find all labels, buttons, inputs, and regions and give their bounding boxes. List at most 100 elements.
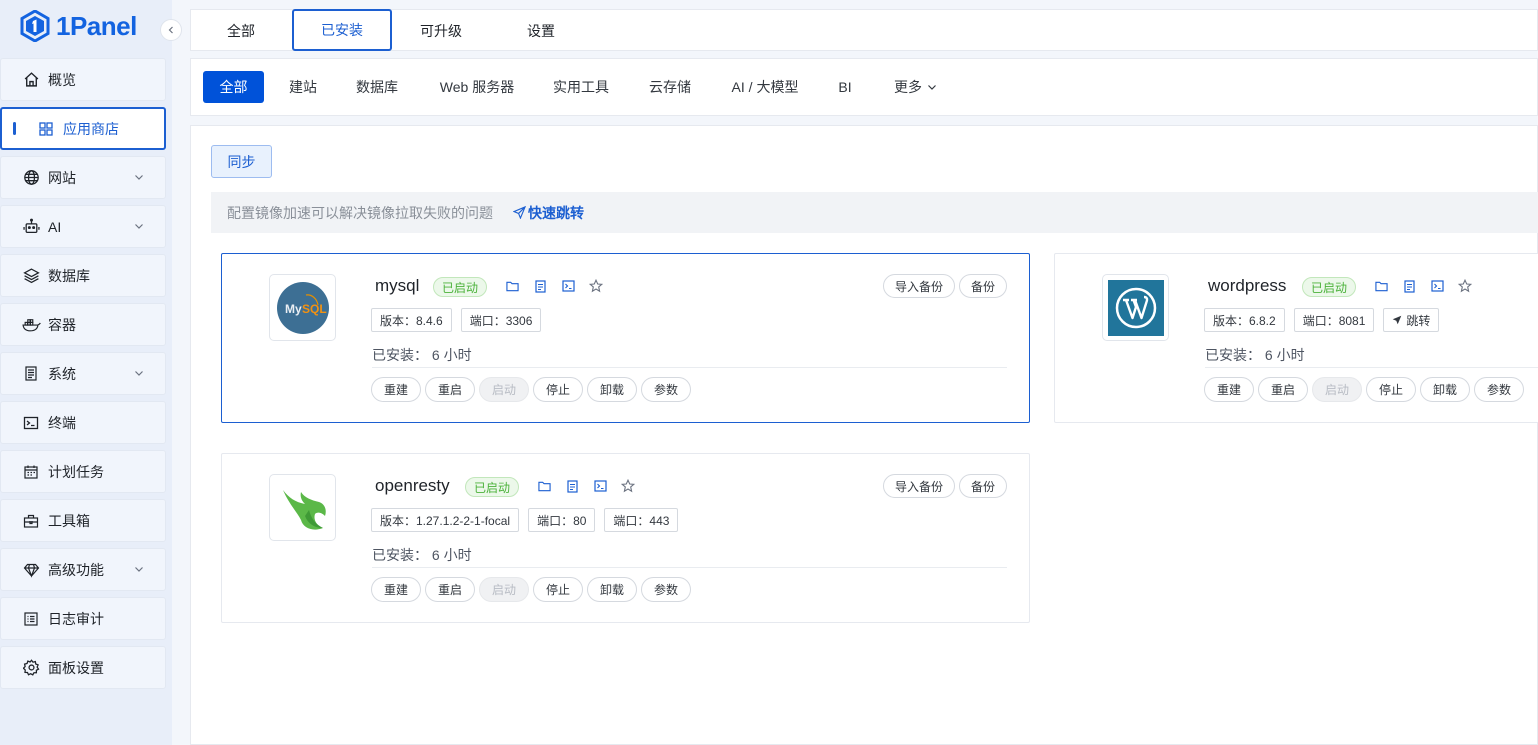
sidebar-item-label: 数据库: [48, 267, 90, 284]
quick-jump-label: 快速跳转: [528, 204, 584, 221]
category-more[interactable]: 更多: [883, 71, 949, 103]
restart-button[interactable]: 重启: [425, 377, 475, 402]
port-tag: 端口：8081: [1293, 308, 1375, 332]
folder-icon[interactable]: [1374, 279, 1388, 293]
notice-text: 配置镜像加速可以解决镜像拉取失败的问题: [227, 204, 493, 221]
sidebar-item-cron[interactable]: 计划任务: [0, 450, 166, 493]
sidebar-item-label: 网站: [48, 169, 76, 186]
folder-icon[interactable]: [537, 479, 551, 493]
stop-button[interactable]: 停止: [533, 577, 583, 602]
svg-text:My: My: [285, 302, 302, 316]
sidebar-item-toolbox[interactable]: 工具箱: [0, 499, 166, 542]
import-backup-button[interactable]: 导入备份: [883, 274, 956, 298]
calendar-icon: [21, 462, 41, 482]
category-bi[interactable]: BI: [829, 71, 861, 103]
tab-installed[interactable]: 已安装: [292, 9, 392, 51]
rebuild-button[interactable]: 重建: [371, 377, 421, 402]
port-tag: 端口：80: [528, 508, 596, 532]
sidebar-item-advanced[interactable]: 高级功能: [0, 548, 166, 591]
category-web-server[interactable]: Web 服务器: [429, 71, 525, 103]
stop-button[interactable]: 停止: [1366, 377, 1416, 402]
folder-icon[interactable]: [505, 279, 519, 293]
start-button: 启动: [479, 377, 529, 402]
params-button[interactable]: 参数: [641, 377, 691, 402]
chevron-left-icon: [166, 25, 176, 35]
document-icon[interactable]: [1402, 279, 1416, 293]
category-tools[interactable]: 实用工具: [543, 71, 619, 103]
backup-button[interactable]: 备份: [959, 274, 1008, 298]
app-name: mysql: [375, 276, 420, 295]
app-operations: 重建 重启 启动 停止 卸载 参数: [1204, 377, 1524, 402]
tab-settings[interactable]: 设置: [503, 10, 579, 51]
restart-button[interactable]: 重启: [1258, 377, 1308, 402]
sidebar-item-label: 高级功能: [48, 561, 104, 578]
version-tag: 版本：6.8.2: [1204, 308, 1285, 332]
category-all[interactable]: 全部: [203, 71, 264, 103]
sidebar-item-database[interactable]: 数据库: [0, 254, 166, 297]
sidebar: 1Panel 概览 应用商店 网站 AI 数据库 容器 系统 终端 计划任务 工…: [0, 0, 172, 745]
app-card-mysql[interactable]: My SQL mysql 已启动 导入备份 备份 版本：8.4.6 端口：330…: [221, 253, 1030, 423]
sidebar-item-system[interactable]: 系统: [0, 352, 166, 395]
start-button: 启动: [1312, 377, 1362, 402]
uninstall-button[interactable]: 卸载: [1420, 377, 1470, 402]
category-database[interactable]: 数据库: [347, 71, 407, 103]
status-badge: 已启动: [465, 477, 520, 497]
params-button[interactable]: 参数: [1474, 377, 1524, 402]
send-icon: [1392, 315, 1402, 325]
sidebar-item-settings[interactable]: 面板设置: [0, 646, 166, 689]
backup-button[interactable]: 备份: [959, 474, 1008, 498]
jump-button[interactable]: 跳转: [1383, 308, 1440, 332]
app-name: openresty: [375, 476, 450, 495]
collapse-sidebar-button[interactable]: [160, 19, 182, 41]
document-icon[interactable]: [533, 279, 547, 293]
app-operations: 重建 重启 启动 停止 卸载 参数: [371, 377, 691, 402]
uninstall-button[interactable]: 卸载: [587, 377, 637, 402]
app-action-icons: [1374, 279, 1472, 293]
apps-grid-icon: [36, 119, 56, 139]
logo[interactable]: 1Panel: [20, 10, 137, 42]
sidebar-item-logs[interactable]: 日志审计: [0, 597, 166, 640]
restart-button[interactable]: 重启: [425, 577, 475, 602]
category-bar: 全部 建站 数据库 Web 服务器 实用工具 云存储 AI / 大模型 BI 更…: [190, 58, 1538, 116]
app-card-openresty[interactable]: openresty 已启动 导入备份 备份 版本：1.27.1.2-2-1-fo…: [221, 453, 1030, 623]
tab-all[interactable]: 全部: [203, 10, 279, 51]
openresty-logo-icon: [269, 474, 336, 541]
sidebar-item-appstore[interactable]: 应用商店: [0, 107, 166, 150]
robot-icon: [21, 217, 41, 237]
uninstall-button[interactable]: 卸载: [587, 577, 637, 602]
stop-button[interactable]: 停止: [533, 377, 583, 402]
layers-icon: [21, 266, 41, 286]
rebuild-button[interactable]: 重建: [1204, 377, 1254, 402]
quick-jump-link[interactable]: 快速跳转: [513, 203, 584, 223]
terminal-icon[interactable]: [593, 479, 607, 493]
installed-time: 已安装： 6 小时: [372, 547, 472, 563]
params-button[interactable]: 参数: [641, 577, 691, 602]
sidebar-item-overview[interactable]: 概览: [0, 58, 166, 101]
category-cloud-storage[interactable]: 云存储: [639, 71, 701, 103]
app-info-tags: 版本：1.27.1.2-2-1-focal 端口：80 端口：443: [371, 508, 679, 532]
chevron-down-icon: [133, 367, 145, 379]
mirror-notice: 配置镜像加速可以解决镜像拉取失败的问题 快速跳转: [211, 192, 1538, 233]
rebuild-button[interactable]: 重建: [371, 577, 421, 602]
sidebar-item-label: 概览: [48, 71, 76, 88]
sidebar-item-label: 工具箱: [48, 512, 90, 529]
category-more-label: 更多: [894, 79, 922, 95]
terminal-icon[interactable]: [1430, 279, 1444, 293]
app-card-wordpress[interactable]: wordpress 已启动 版本：6.8.2 端口：8081 跳转 已安装： 6…: [1054, 253, 1538, 423]
terminal-icon[interactable]: [561, 279, 575, 293]
star-icon[interactable]: [1458, 279, 1472, 293]
star-icon[interactable]: [621, 479, 635, 493]
logo-text: 1Panel: [56, 10, 137, 41]
star-icon[interactable]: [589, 279, 603, 293]
sync-button[interactable]: 同步: [211, 145, 272, 178]
import-backup-button[interactable]: 导入备份: [883, 474, 956, 498]
sidebar-item-website[interactable]: 网站: [0, 156, 166, 199]
sidebar-item-terminal[interactable]: 终端: [0, 401, 166, 444]
category-website[interactable]: 建站: [279, 71, 327, 103]
gear-icon: [21, 658, 41, 678]
category-ai[interactable]: AI / 大模型: [721, 71, 809, 103]
tab-upgradable[interactable]: 可升级: [403, 10, 479, 51]
sidebar-item-container[interactable]: 容器: [0, 303, 166, 346]
document-icon[interactable]: [565, 479, 579, 493]
sidebar-item-ai[interactable]: AI: [0, 205, 166, 248]
